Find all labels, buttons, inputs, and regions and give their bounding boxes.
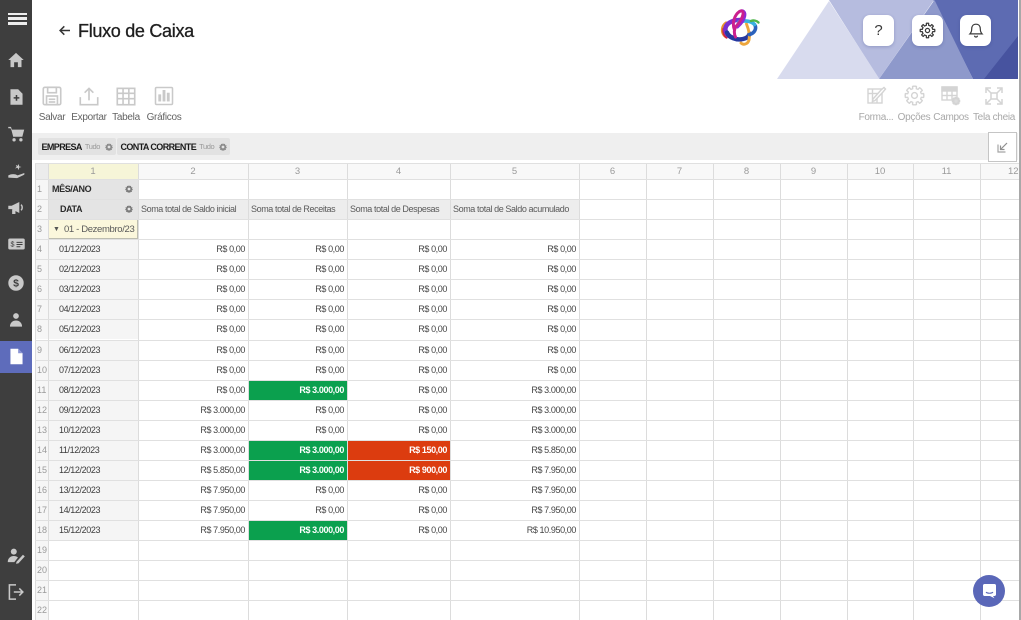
svg-text:$: $ bbox=[10, 241, 14, 249]
svg-text:$: $ bbox=[13, 279, 19, 290]
